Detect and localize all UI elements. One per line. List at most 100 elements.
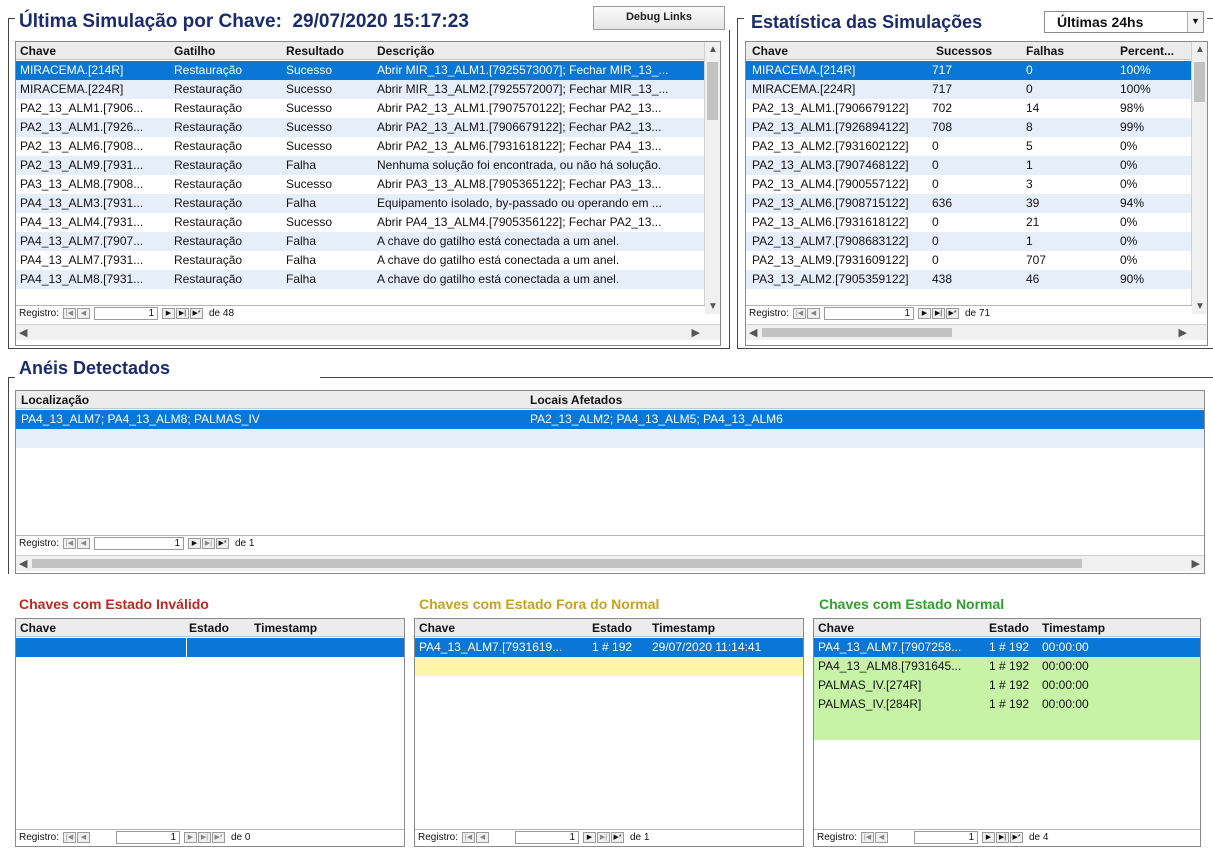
new-record-icon[interactable]: ▶* [946, 308, 959, 319]
table-row[interactable]: MIRACEMA.[214R] Restauração Sucesso Abrir M… [16, 61, 705, 80]
new-record-icon[interactable]: ▶* [212, 832, 225, 843]
new-record-icon[interactable]: ▶* [1010, 832, 1023, 843]
table-row-empty[interactable] [16, 638, 404, 657]
record-number-input[interactable]: 1 [824, 307, 914, 320]
col-header-gatilho[interactable]: Gatilho [174, 44, 215, 58]
record-number-input[interactable]: 1 [94, 307, 158, 320]
record-number-input[interactable]: 1 [94, 537, 184, 550]
table-row-empty[interactable] [415, 657, 803, 676]
scroll-left-icon[interactable]: ◀ [19, 326, 27, 339]
prev-record-icon[interactable]: ◀ [77, 832, 90, 843]
col-header-chave[interactable]: Chave [20, 44, 56, 58]
col-header-chave[interactable]: Chave [20, 621, 56, 635]
table-row[interactable]: PALMAS_IV.[284R] 1 # 192 00:00:00 [814, 695, 1200, 714]
scroll-right-icon[interactable]: ▶ [1192, 557, 1200, 570]
table-row[interactable]: PA4_13_ALM3.[7931... Restauração Falha Equi… [16, 194, 705, 213]
scroll-right-icon[interactable]: ▶ [1179, 326, 1187, 339]
table-row[interactable]: PA4_13_ALM7.[7907258... 1 # 192 00:00:00 [814, 638, 1200, 657]
col-header-sucessos[interactable]: Sucessos [936, 44, 992, 58]
table-row[interactable]: PA4_13_ALM8.[7931... Restauração Falha A ch… [16, 270, 705, 289]
scroll-left-icon[interactable]: ◀ [749, 326, 757, 339]
horizontal-scrollbar[interactable]: ◀ ▶ [16, 324, 720, 340]
new-record-icon[interactable]: ▶* [190, 308, 203, 319]
table-row[interactable]: PA2_13_ALM6.[7908... Restauração Sucesso Ab… [16, 137, 705, 156]
col-header-percent[interactable]: Percent... [1120, 44, 1174, 58]
table-row[interactable]: PA2_13_ALM7.[7908683122] 0 1 0% [746, 232, 1192, 251]
col-header-falhas[interactable]: Falhas [1026, 44, 1064, 58]
scroll-left-icon[interactable]: ◀ [19, 557, 27, 570]
new-record-icon[interactable]: ▶* [611, 832, 624, 843]
first-record-icon[interactable]: |◀ [63, 538, 76, 549]
col-header-estado[interactable]: Estado [189, 621, 229, 635]
scroll-thumb[interactable] [32, 559, 1082, 568]
table-row[interactable]: PA2_13_ALM6.[7931618122] 0 21 0% [746, 213, 1192, 232]
table-row[interactable]: PA2_13_ALM9.[7931... Restauração Falha Nenh… [16, 156, 705, 175]
table-row[interactable]: PA4_13_ALM8.[7931645... 1 # 192 00:00:00 [814, 657, 1200, 676]
record-number-input[interactable]: 1 [515, 831, 579, 844]
table-row[interactable]: PA4_13_ALM7; PA4_13_ALM8; PALMAS_IV PA2_… [16, 410, 1204, 429]
rings-grid[interactable]: Localização Locais Afetados PA4_13_ALM7;… [15, 390, 1205, 574]
col-header-descricao[interactable]: Descrição [377, 44, 434, 58]
table-row[interactable]: MIRACEMA.[214R] 717 0 100% [746, 61, 1192, 80]
next-record-icon[interactable]: ▶ [184, 832, 197, 843]
table-row[interactable]: PA4_13_ALM4.[7931... Restauração Sucesso Ab… [16, 213, 705, 232]
next-record-icon[interactable]: ▶ [918, 308, 931, 319]
table-row[interactable]: PA2_13_ALM3.[7907468122] 0 1 0% [746, 156, 1192, 175]
last-simulation-grid[interactable]: Chave Gatilho Resultado Descrição MIRACE… [15, 41, 721, 346]
table-row-empty[interactable] [814, 714, 1200, 740]
stats-grid[interactable]: Chave Sucessos Falhas Percent... MIRACEM… [745, 41, 1208, 346]
col-header-chave[interactable]: Chave [752, 44, 788, 58]
chevron-down-icon[interactable]: ▼ [1187, 12, 1203, 32]
next-record-icon[interactable]: ▶ [188, 538, 201, 549]
next-record-icon[interactable]: ▶ [982, 832, 995, 843]
table-row[interactable]: PA2_13_ALM2.[7931602122] 0 5 0% [746, 137, 1192, 156]
col-header-locais-afetados[interactable]: Locais Afetados [530, 393, 622, 407]
horizontal-scrollbar[interactable]: ◀ ▶ [16, 555, 1204, 571]
table-row[interactable]: PA4_13_ALM7.[7931619... 1 # 192 29/07/20… [415, 638, 803, 657]
last-record-icon[interactable]: ▶| [996, 832, 1009, 843]
table-row[interactable]: PA4_13_ALM7.[7907... Restauração Falha A ch… [16, 232, 705, 251]
col-header-chave[interactable]: Chave [419, 621, 455, 635]
normal-state-grid[interactable]: Chave Estado Timestamp PA4_13_ALM7.[7907… [813, 618, 1201, 847]
scroll-thumb[interactable] [762, 328, 952, 337]
table-row[interactable]: PA2_13_ALM1.[7926894122] 708 8 99% [746, 118, 1192, 137]
first-record-icon[interactable]: |◀ [63, 832, 76, 843]
first-record-icon[interactable]: |◀ [462, 832, 475, 843]
prev-record-icon[interactable]: ◀ [77, 538, 90, 549]
debug-links-button[interactable]: Debug Links [593, 6, 725, 30]
table-row[interactable]: PA3_13_ALM8.[7908... Restauração Sucesso Ab… [16, 175, 705, 194]
scroll-down-icon[interactable]: ▼ [708, 301, 718, 312]
last-record-icon[interactable]: ▶| [932, 308, 945, 319]
last-record-icon[interactable]: ▶| [597, 832, 610, 843]
table-row[interactable]: PA3_13_ALM2.[7905359122] 438 46 90% [746, 270, 1192, 289]
col-header-timestamp[interactable]: Timestamp [1042, 621, 1105, 635]
last-record-icon[interactable]: ▶| [176, 308, 189, 319]
scroll-thumb[interactable] [707, 62, 718, 120]
table-row[interactable]: PA2_13_ALM1.[7906... Restauração Sucesso Ab… [16, 99, 705, 118]
table-row[interactable]: MIRACEMA.[224R] Restauração Sucesso Abrir M… [16, 80, 705, 99]
table-row[interactable]: MIRACEMA.[224R] 717 0 100% [746, 80, 1192, 99]
table-row[interactable]: PA2_13_ALM1.[7926... Restauração Sucesso Ab… [16, 118, 705, 137]
scroll-up-icon[interactable]: ▲ [708, 44, 718, 55]
scroll-up-icon[interactable]: ▲ [1195, 44, 1205, 55]
prev-record-icon[interactable]: ◀ [77, 308, 90, 319]
prev-record-icon[interactable]: ◀ [476, 832, 489, 843]
scroll-thumb[interactable] [1194, 62, 1205, 102]
record-number-input[interactable]: 1 [914, 831, 978, 844]
table-row-empty[interactable] [16, 429, 1204, 448]
col-header-localizacao[interactable]: Localização [21, 393, 89, 407]
new-record-icon[interactable]: ▶* [216, 538, 229, 549]
last-record-icon[interactable]: ▶| [198, 832, 211, 843]
prev-record-icon[interactable]: ◀ [807, 308, 820, 319]
scroll-right-icon[interactable]: ▶ [692, 326, 700, 339]
first-record-icon[interactable]: |◀ [793, 308, 806, 319]
horizontal-scrollbar[interactable]: ◀ ▶ [746, 324, 1207, 340]
last-record-icon[interactable]: ▶| [202, 538, 215, 549]
scroll-down-icon[interactable]: ▼ [1195, 301, 1205, 312]
abnormal-state-grid[interactable]: Chave Estado Timestamp PA4_13_ALM7.[7931… [414, 618, 804, 847]
period-select[interactable]: Últimas 24hs ▼ [1044, 11, 1204, 33]
col-header-resultado[interactable]: Resultado [286, 44, 344, 58]
record-number-input[interactable]: 1 [116, 831, 180, 844]
invalid-state-grid[interactable]: Chave Estado Timestamp Registro: |◀ ◀ 1 … [15, 618, 405, 847]
col-header-chave[interactable]: Chave [818, 621, 854, 635]
